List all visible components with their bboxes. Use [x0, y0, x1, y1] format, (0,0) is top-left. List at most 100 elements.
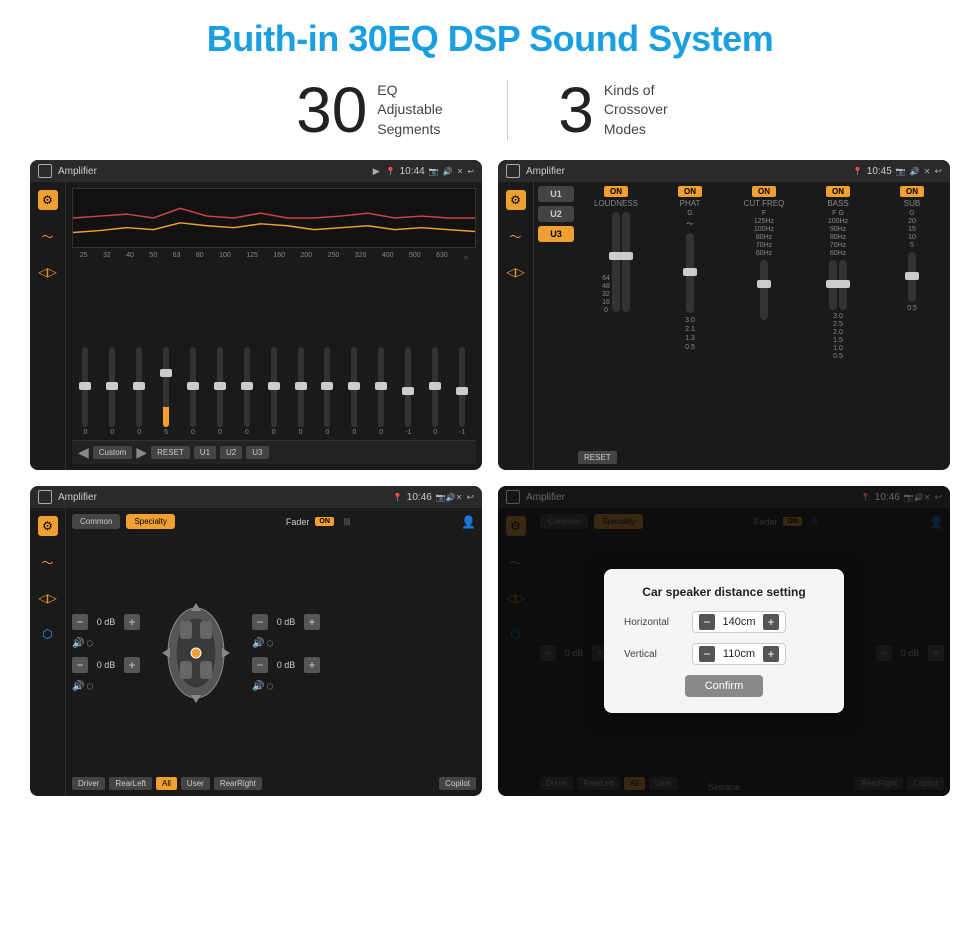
status-time-2: 10:45 — [867, 166, 892, 177]
specialty-mode-btn[interactable]: Specialty — [126, 514, 174, 529]
cutfreq-on-btn[interactable]: ON — [752, 186, 776, 197]
status-bar-2: Amplifier 📍 10:45 📷 🔊 ✕ ↩ — [498, 160, 950, 182]
vol-plus-rr[interactable]: + — [304, 657, 320, 673]
loudness-slider-r[interactable] — [622, 212, 630, 312]
bass-slider-g[interactable] — [839, 260, 847, 310]
home-icon-3[interactable] — [38, 490, 52, 504]
eq-slider-14[interactable]: 0 — [432, 347, 438, 436]
eq-sidebar-wave-icon[interactable]: 〜 — [38, 226, 58, 246]
common-mode-btn[interactable]: Common — [72, 514, 120, 529]
eq-slider-13[interactable]: -1 — [405, 347, 411, 436]
vertical-plus-btn[interactable]: + — [763, 646, 779, 662]
phat-on-btn[interactable]: ON — [678, 186, 702, 197]
bass-label: BASS — [827, 199, 848, 208]
all-btn[interactable]: All — [156, 777, 177, 790]
vol-plus-rl[interactable]: + — [124, 657, 140, 673]
eq-slider-6[interactable]: 0 — [217, 347, 223, 436]
eq-slider-3[interactable]: 0 — [136, 347, 142, 436]
prev-icon[interactable]: ◀ — [78, 444, 89, 461]
eq-freq-labels: 2532405063 80100125160200 25032040050063… — [72, 252, 476, 262]
eq-slider-5[interactable]: 0 — [190, 347, 196, 436]
distance-dialog: Car speaker distance setting Horizontal … — [604, 569, 844, 713]
vertical-input-group: − 110cm + — [692, 643, 786, 665]
vol-minus-rr[interactable]: − — [252, 657, 268, 673]
home-icon-1[interactable] — [38, 164, 52, 178]
vol-plus-fl[interactable]: + — [124, 614, 140, 630]
cutfreq-slider[interactable] — [760, 260, 768, 320]
back-icon-3[interactable]: ↩ — [466, 492, 474, 503]
speaker-wave-icon[interactable]: 〜 — [38, 552, 58, 572]
back-icon-2[interactable]: ↩ — [934, 166, 942, 177]
stat-crossover-number: 3 — [558, 78, 594, 142]
channel-bass: ON BASS F G 100Hz 90Hz 80Hz 70Hz 60Hz — [804, 186, 872, 447]
vertical-minus-btn[interactable]: − — [699, 646, 715, 662]
crossover-eq-icon[interactable]: ⚙ — [506, 190, 526, 210]
crossover-wave-icon[interactable]: 〜 — [506, 226, 526, 246]
speaker-eq-icon[interactable]: ⚙ — [38, 516, 58, 536]
speaker-vol-icon[interactable]: ◁▷ — [38, 588, 58, 608]
horizontal-minus-btn[interactable]: − — [699, 614, 715, 630]
sub-on-btn[interactable]: ON — [900, 186, 924, 197]
eq-slider-2[interactable]: 0 — [109, 347, 115, 436]
speaker-bt-icon[interactable]: ⬡ — [38, 624, 58, 644]
next-icon[interactable]: ▶ — [136, 444, 147, 461]
user-btn[interactable]: User — [181, 777, 210, 790]
eq-slider-12[interactable]: 0 — [378, 347, 384, 436]
eq-slider-1[interactable]: 0 — [82, 347, 88, 436]
u3-btn[interactable]: U3 — [246, 446, 268, 459]
vol-minus-rl[interactable]: − — [72, 657, 88, 673]
rearright-btn[interactable]: RearRight — [214, 777, 262, 790]
reset-btn-1[interactable]: RESET — [151, 446, 190, 459]
status-title-2: Amplifier — [526, 166, 847, 177]
u2-btn[interactable]: U2 — [220, 446, 242, 459]
eq-slider-4[interactable]: 5 — [163, 347, 169, 436]
copilot-btn[interactable]: Copilot — [439, 777, 476, 790]
vol-minus-fl[interactable]: − — [72, 614, 88, 630]
bass-on-btn[interactable]: ON — [826, 186, 850, 197]
x-icon-2: ✕ — [924, 167, 931, 176]
back-icon-1[interactable]: ↩ — [467, 167, 474, 176]
preset-u3[interactable]: U3 — [538, 226, 574, 242]
fader-on-badge[interactable]: ON — [315, 517, 334, 526]
eq-sidebar-eq-icon[interactable]: ⚙ — [38, 190, 58, 210]
crossover-vol-icon[interactable]: ◁▷ — [506, 262, 526, 282]
eq-slider-7[interactable]: 0 — [244, 347, 250, 436]
driver-btn[interactable]: Driver — [72, 777, 105, 790]
volume-icon-1: 🔊 — [443, 167, 453, 176]
dialog-row-vertical: Vertical − 110cm + — [624, 643, 824, 665]
play-icon-1[interactable]: ▶ — [373, 166, 380, 177]
vol-value-fr: 0 dB — [272, 617, 300, 627]
eq-slider-15[interactable]: -1 — [459, 347, 465, 436]
screen-speaker: Amplifier 📍 10:46 📷🔊✕ ↩ ⚙ 〜 ◁▷ ⬡ Common … — [30, 486, 482, 796]
sub-label: SUB — [904, 199, 920, 208]
home-icon-2[interactable] — [506, 164, 520, 178]
loudness-slider[interactable] — [612, 212, 620, 312]
preset-u1[interactable]: U1 — [538, 186, 574, 202]
custom-btn[interactable]: Custom — [93, 446, 133, 459]
camera-icon-1: 📷 — [429, 167, 439, 176]
u1-btn[interactable]: U1 — [194, 446, 216, 459]
horizontal-plus-btn[interactable]: + — [763, 614, 779, 630]
confirm-button[interactable]: Confirm — [685, 675, 764, 697]
reset-btn-2[interactable]: RESET — [578, 451, 617, 464]
vol-plus-fr[interactable]: + — [304, 614, 320, 630]
eq-graph — [72, 188, 476, 248]
screen-distance: Amplifier 📍 10:46 📷🔊✕ ↩ ⚙ 〜 ◁▷ ⬡ Common … — [498, 486, 950, 796]
dialog-title: Car speaker distance setting — [624, 585, 824, 599]
eq-slider-10[interactable]: 0 — [324, 347, 330, 436]
eq-slider-8[interactable]: 0 — [271, 347, 277, 436]
eq-sidebar: ⚙ 〜 ◁▷ — [30, 182, 66, 470]
car-diagram — [146, 583, 246, 723]
loudness-on-btn[interactable]: ON — [604, 186, 628, 197]
status-icons-2: 📍 10:45 📷 🔊 ✕ ↩ — [853, 166, 942, 177]
preset-u2[interactable]: U2 — [538, 206, 574, 222]
vol-minus-fr[interactable]: − — [252, 614, 268, 630]
eq-sidebar-vol-icon[interactable]: ◁▷ — [38, 262, 58, 282]
channel-cutfreq: ON CUT FREQ F 125Hz 100Hz 80Hz 70Hz 60Hz — [730, 186, 798, 447]
vol-value-rr: 0 dB — [272, 660, 300, 670]
phat-slider[interactable] — [686, 233, 694, 313]
eq-slider-9[interactable]: 0 — [298, 347, 304, 436]
sub-slider[interactable] — [908, 252, 916, 302]
rearleft-btn[interactable]: RearLeft — [109, 777, 152, 790]
eq-slider-11[interactable]: 0 — [351, 347, 357, 436]
